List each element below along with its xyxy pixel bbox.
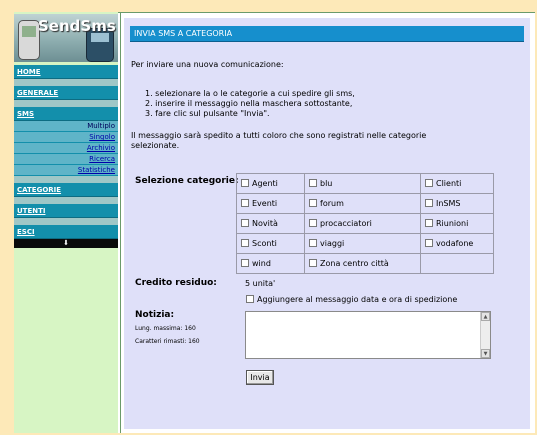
checkbox[interactable]	[241, 218, 249, 227]
category-label: Agenti	[252, 179, 278, 188]
sidebar-subitem-archivio[interactable]: Archivio	[14, 143, 118, 154]
checkbox[interactable]	[309, 218, 317, 227]
category-cell[interactable]: forum	[304, 193, 421, 214]
step-item: 1. selezionare la o le categorie a cui s…	[145, 89, 355, 98]
category-cell[interactable]: Eventi	[236, 193, 305, 214]
message-textarea[interactable]: ▲ ▼	[245, 311, 491, 359]
checkbox[interactable]	[241, 178, 249, 187]
append-date-option[interactable]: Aggiungere al messaggio data e ora di sp…	[246, 294, 458, 305]
sidebar-nav: HOME GENERALE SMS Multiplo Singolo Archi…	[14, 65, 118, 248]
category-cell[interactable]: viaggi	[304, 233, 421, 254]
logo-text: SendSms	[38, 17, 116, 35]
scrollbar[interactable]: ▲ ▼	[480, 312, 490, 358]
checkbox[interactable]	[241, 238, 249, 247]
sidebar-item-categorie[interactable]: CATEGORIE	[14, 183, 118, 197]
category-label: vodafone	[436, 239, 474, 248]
category-label: forum	[320, 199, 344, 208]
category-label: blu	[320, 179, 333, 188]
notice-label: Notizia:	[135, 310, 175, 320]
main-panel: INVIA SMS A CATEGORIA Per inviare una nu…	[124, 18, 530, 429]
category-cell[interactable]: Riunioni	[420, 213, 494, 234]
nav-spacer	[14, 176, 118, 183]
sidebar-item-sms[interactable]: SMS	[14, 107, 118, 121]
scroll-up-icon[interactable]: ▲	[481, 312, 490, 321]
sidebar-item-utenti[interactable]: UTENTI	[14, 204, 118, 218]
sidebar-subitem-singolo[interactable]: Singolo	[14, 132, 118, 143]
checkbox[interactable]	[309, 178, 317, 187]
sidebar-item-esci[interactable]: ESCI	[14, 225, 118, 239]
scroll-down-icon[interactable]: ▼	[481, 349, 490, 358]
checkbox[interactable]	[425, 178, 433, 187]
checkbox[interactable]	[309, 258, 317, 267]
divider	[120, 12, 121, 433]
category-cell[interactable]: Novità	[236, 213, 305, 234]
categories-label: Selezione categorie:	[135, 176, 239, 186]
category-cell[interactable]: Sconti	[236, 233, 305, 254]
append-date-label: Aggiungere al messaggio data e ora di sp…	[257, 295, 458, 304]
checkbox[interactable]	[241, 198, 249, 207]
nav-spacer	[14, 79, 118, 86]
intro-text: Per inviare una nuova comunicazione:	[131, 60, 284, 69]
max-length-text: Lung. massima: 160	[135, 325, 196, 332]
sidebar-subitem-multiplo[interactable]: Multiplo	[14, 121, 118, 132]
category-cell[interactable]: Zona centro città	[304, 253, 421, 274]
category-label: Novità	[252, 219, 278, 228]
step-item: 2. inserire il messaggio nella maschera …	[145, 99, 353, 108]
category-cell[interactable]: procacciatori	[304, 213, 421, 234]
checkbox[interactable]	[309, 198, 317, 207]
send-button[interactable]: Invia	[246, 370, 274, 385]
category-cell[interactable]: vodafone	[420, 233, 494, 254]
remaining-chars-text: Caratteri rimasti: 160	[135, 338, 200, 345]
sidebar-item-generale[interactable]: GENERALE	[14, 86, 118, 100]
category-label: InSMS	[436, 199, 461, 208]
page-title: INVIA SMS A CATEGORIA	[130, 26, 524, 42]
checkbox[interactable]	[425, 238, 433, 247]
checkbox[interactable]	[241, 258, 249, 267]
category-cell[interactable]: Agenti	[236, 173, 305, 194]
phone-icon	[18, 20, 40, 60]
category-label: procacciatori	[320, 219, 372, 228]
category-label: Sconti	[252, 239, 277, 248]
category-label: viaggi	[320, 239, 345, 248]
sidebar-subitem-ricerca[interactable]: Ricerca	[14, 154, 118, 165]
category-cell[interactable]: InSMS	[420, 193, 494, 214]
nav-spacer	[14, 197, 118, 204]
steps-list: 1. selezionare la o le categorie a cui s…	[131, 89, 355, 119]
step-item: 3. fare clic sul pulsante "Invia".	[145, 109, 270, 118]
category-cell-empty	[420, 253, 494, 274]
nav-spacer	[14, 100, 118, 107]
append-date-checkbox[interactable]	[246, 294, 254, 303]
checkbox[interactable]	[425, 218, 433, 227]
category-label: wind	[252, 259, 271, 268]
category-label: Zona centro città	[320, 259, 389, 268]
arrow-down-icon[interactable]: ⬇	[14, 239, 118, 248]
credit-label: Credito residuo:	[135, 278, 217, 288]
notice-text: Il messaggio sarà spedito a tutti coloro…	[131, 131, 427, 150]
credit-value: 5 unita'	[245, 279, 276, 288]
sidebar-item-home[interactable]: HOME	[14, 65, 118, 79]
category-label: Riunioni	[436, 219, 469, 228]
sidebar-subitem-statistiche[interactable]: Statistiche	[14, 165, 118, 176]
checkbox[interactable]	[425, 198, 433, 207]
category-cell[interactable]: wind	[236, 253, 305, 274]
checkbox[interactable]	[309, 238, 317, 247]
category-cell[interactable]: Clienti	[420, 173, 494, 194]
category-label: Eventi	[252, 199, 278, 208]
categories-table: Agenti blu Clienti Eventi forum InSMS No…	[236, 173, 494, 274]
logo: SendSms	[14, 14, 118, 62]
category-label: Clienti	[436, 179, 462, 188]
nav-spacer	[14, 218, 118, 225]
category-cell[interactable]: blu	[304, 173, 421, 194]
